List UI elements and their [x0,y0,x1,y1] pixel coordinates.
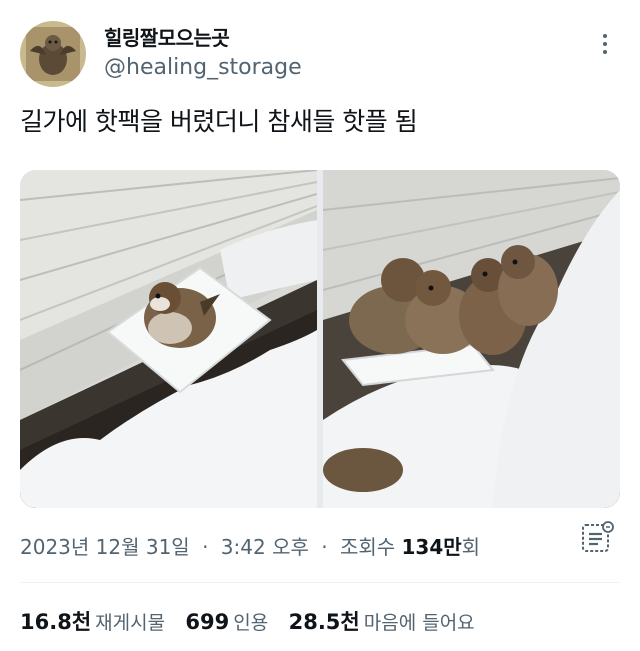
retweets-label: 재게시물 [95,612,166,634]
views-unit: 회 [461,535,481,559]
display-name[interactable]: 힐링짤모으는곳 [104,22,230,51]
quotes-count: 699 [185,610,230,634]
likes-label: 마음에 들어요 [363,612,475,634]
tweet-time[interactable]: 3:42 오후 [221,535,309,559]
views-label: 조회수 [339,535,396,559]
likes-stat[interactable]: 28.5천 마음에 들어요 [289,610,489,634]
quotes-stat[interactable]: 699 인용 [185,610,288,634]
meta-separator: · [202,535,209,559]
views-count: 134만 [401,535,462,559]
avatar[interactable] [20,21,86,87]
divider [20,582,620,583]
analytics-icon[interactable] [580,520,616,556]
more-vertical-icon[interactable] [598,34,612,62]
engagement-stats: 16.8천 재게시물 699 인용 28.5천 마음에 들어요 [20,606,489,636]
media-grid[interactable] [20,170,620,508]
tweet-date[interactable]: 2023년 12월 31일 [20,535,190,559]
quotes-label: 인용 [233,612,269,634]
retweets-stat[interactable]: 16.8천 재게시물 [20,610,185,634]
handle[interactable]: @healing_storage [104,55,302,80]
tweet-meta: 2023년 12월 31일 · 3:42 오후 · 조회수 134만회 [20,531,480,560]
meta-separator: · [321,535,328,559]
photo-sparrow-on-handwarmer[interactable] [20,170,317,508]
avatar-image [20,21,86,87]
photo-sparrows-huddle[interactable] [323,170,620,508]
retweets-count: 16.8천 [20,610,92,634]
likes-count: 28.5천 [288,610,360,634]
tweet-text: 길가에 핫팩을 버렸더니 참새들 핫플 됨 [20,107,418,136]
